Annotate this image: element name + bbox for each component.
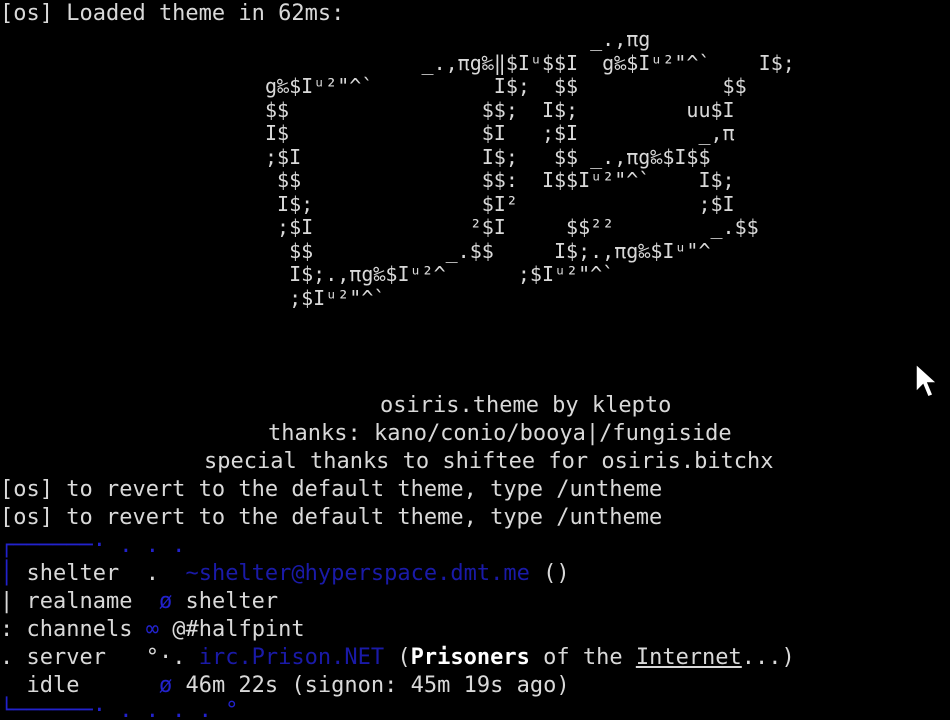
revert-message: [os] to revert to the default theme, typ… bbox=[0, 505, 663, 530]
whois-top-border: ┌──────· . . . bbox=[0, 533, 186, 558]
whois-border: : bbox=[0, 617, 27, 642]
whois-channels-row: : channels ∞ @#halfpint bbox=[0, 616, 305, 644]
whois-separator: ∞ bbox=[132, 617, 173, 642]
whois-separator: °·. bbox=[105, 645, 199, 670]
theme-author-line: osiris.theme by klepto bbox=[380, 393, 672, 418]
whois-border: │ bbox=[0, 561, 27, 586]
whois-idle-value: 46m 22s (signon: 45m 19s ago) bbox=[185, 673, 570, 698]
whois-server-row: . server °·. irc.Prison.NET (Prisoners o… bbox=[0, 644, 795, 672]
whois-border: | bbox=[0, 589, 27, 614]
whois-separator: . bbox=[119, 561, 186, 586]
mouse-pointer-icon bbox=[915, 362, 939, 398]
whois-host-suffix: () bbox=[529, 561, 570, 586]
whois-idle-label: idle bbox=[26, 673, 80, 698]
whois-bottom-border: └──────· . . . . ° bbox=[0, 698, 239, 720]
whois-server-desc-bold: Prisoners bbox=[410, 645, 530, 670]
whois-server-desc-open: ( bbox=[384, 645, 411, 670]
special-thanks-line: special thanks to shiftee for osiris.bit… bbox=[204, 449, 774, 474]
theme-loaded-message: [os] Loaded theme in 62ms: bbox=[0, 1, 345, 26]
thanks-line: thanks: kano/conio/booya|/fungiside bbox=[268, 421, 732, 446]
terminal-window: [os] Loaded theme in 62ms: _.,πg _.,πg‰‖… bbox=[0, 0, 950, 720]
whois-server-desc-underlined: Internet bbox=[635, 645, 742, 670]
whois-separator: ø bbox=[79, 673, 186, 698]
whois-border bbox=[0, 673, 27, 698]
whois-server-value[interactable]: irc.Prison.NET bbox=[199, 645, 384, 670]
whois-server-desc-mid: of the bbox=[529, 645, 636, 670]
whois-idle-row: idle ø 46m 22s (signon: 45m 19s ago) bbox=[0, 672, 570, 700]
whois-border: . bbox=[0, 645, 27, 670]
whois-channels-value[interactable]: @#halfpint bbox=[172, 617, 304, 642]
whois-realname-value: shelter bbox=[185, 589, 279, 614]
whois-host[interactable]: ~shelter@hyperspace.dmt.me bbox=[185, 561, 529, 586]
os-ascii-logo: _.,πg _.,πg‰‖$Iᵘ$$I g‰$Iᵘ²"^` I$; g‰$Iᵘ²… bbox=[265, 27, 795, 310]
whois-channels-label: channels bbox=[26, 617, 133, 642]
whois-nick: shelter bbox=[26, 561, 120, 586]
whois-realname-row: | realname ø shelter bbox=[0, 588, 278, 616]
revert-message: [os] to revert to the default theme, typ… bbox=[0, 477, 663, 502]
whois-server-label: server bbox=[26, 645, 106, 670]
whois-nick-row: │ shelter . ~shelter@hyperspace.dmt.me (… bbox=[0, 560, 570, 588]
whois-server-desc-close: ...) bbox=[741, 645, 795, 670]
whois-separator: ø bbox=[132, 589, 186, 614]
whois-realname-label: realname bbox=[26, 589, 133, 614]
